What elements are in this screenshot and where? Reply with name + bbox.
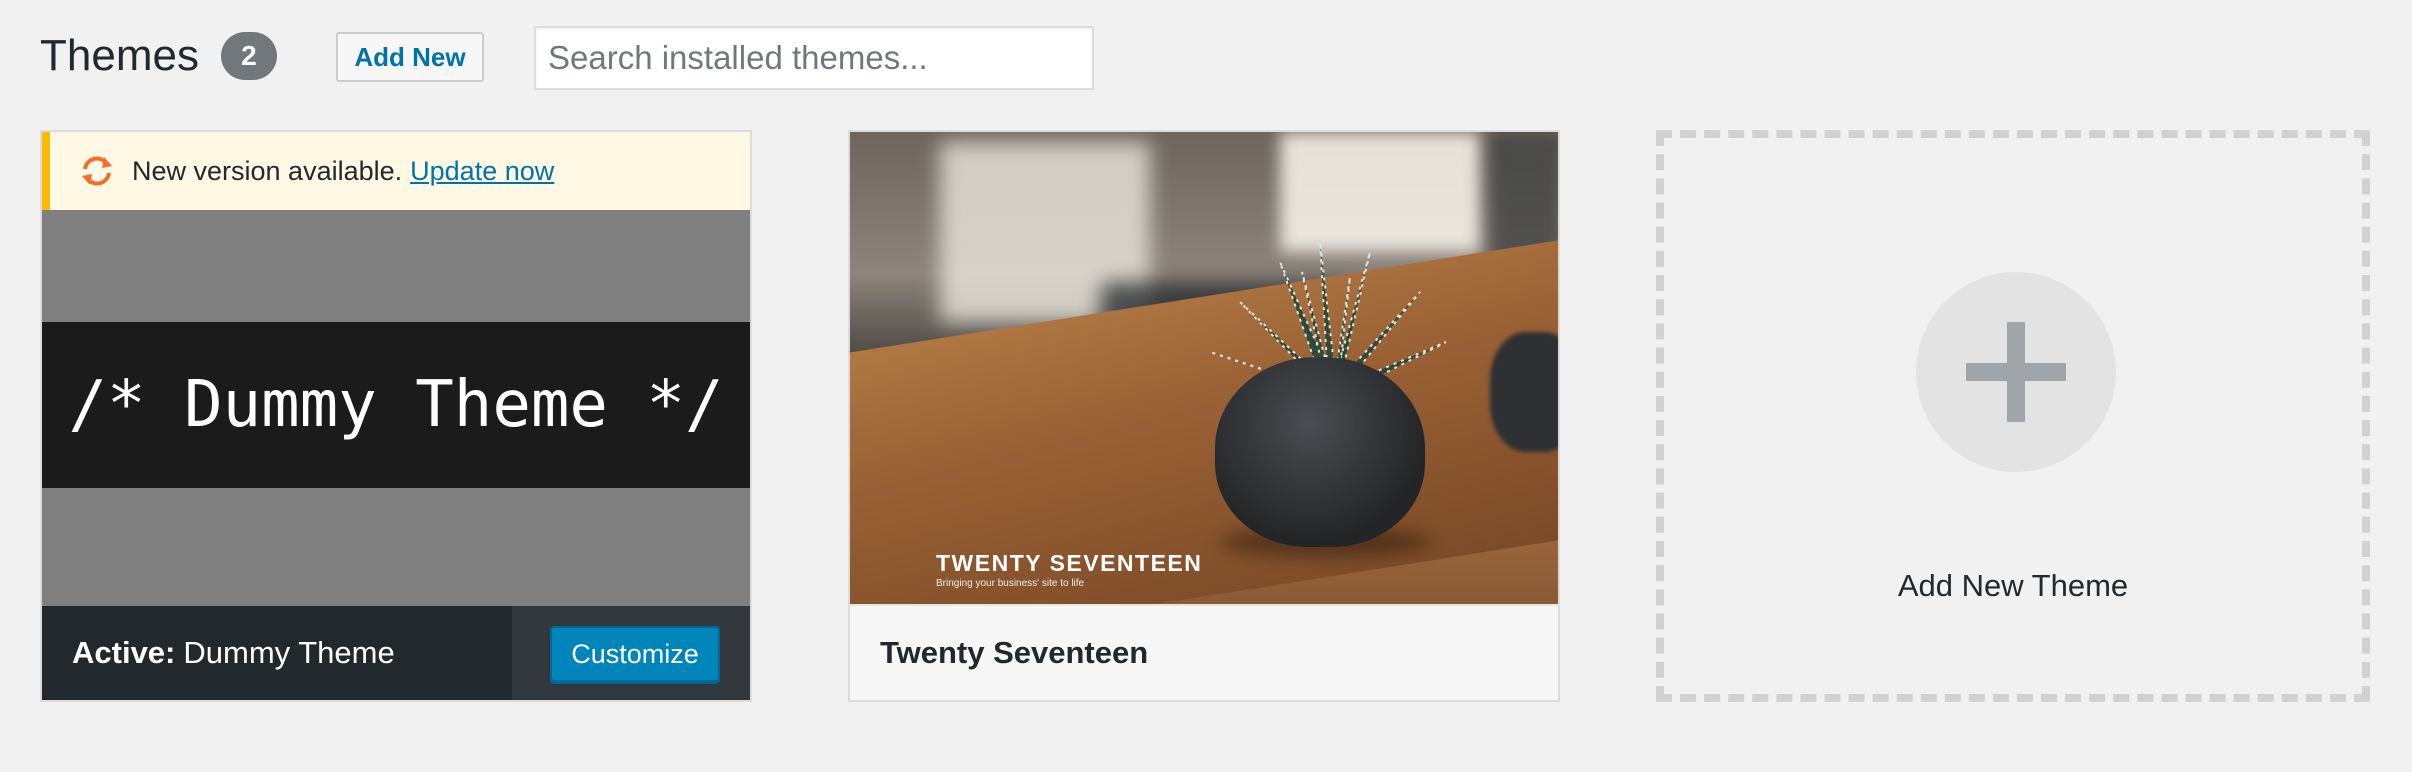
page-header: Themes 2 bbox=[40, 26, 277, 86]
plant-pot-image bbox=[1215, 357, 1425, 547]
add-new-button[interactable]: Add New bbox=[336, 32, 484, 82]
theme-footer: Twenty Seventeen bbox=[850, 604, 1558, 700]
update-notice: New version available. Update now bbox=[42, 132, 750, 210]
theme-name: Twenty Seventeen bbox=[880, 635, 1149, 670]
screenshot-title: TWENTY SEVENTEEN bbox=[936, 550, 1203, 576]
theme-footer: Active: Dummy Theme Customize bbox=[42, 606, 750, 700]
theme-card-active[interactable]: New version available. Update now /* Dum… bbox=[40, 130, 752, 702]
customize-button[interactable]: Customize bbox=[550, 626, 720, 682]
update-now-link[interactable]: Update now bbox=[410, 156, 554, 187]
update-arrows-icon bbox=[82, 156, 112, 186]
add-new-theme-card[interactable]: Add New Theme bbox=[1656, 130, 2370, 702]
theme-name: Dummy Theme bbox=[183, 635, 395, 670]
plus-icon bbox=[1916, 272, 2116, 472]
theme-actions: Customize bbox=[512, 606, 750, 700]
search-input[interactable] bbox=[534, 26, 1094, 90]
theme-screenshot[interactable]: TWENTY SEVENTEEN Bringing your business'… bbox=[850, 132, 1558, 606]
theme-card[interactable]: TWENTY SEVENTEEN Bringing your business'… bbox=[848, 130, 1560, 702]
add-new-theme-label: Add New Theme bbox=[1897, 568, 2129, 603]
theme-screenshot[interactable]: /* Dummy Theme */ bbox=[42, 210, 750, 606]
screenshot-banner: /* Dummy Theme */ bbox=[42, 322, 750, 488]
screenshot-tagline: Bringing your business' site to life bbox=[936, 578, 1085, 589]
active-theme-name: Active: Dummy Theme bbox=[42, 606, 512, 700]
active-prefix: Active: bbox=[72, 635, 176, 670]
screenshot-text: /* Dummy Theme */ bbox=[68, 368, 724, 442]
page-title: Themes bbox=[40, 31, 199, 80]
update-notice-text: New version available. bbox=[132, 155, 403, 186]
theme-count-badge: 2 bbox=[220, 32, 277, 80]
